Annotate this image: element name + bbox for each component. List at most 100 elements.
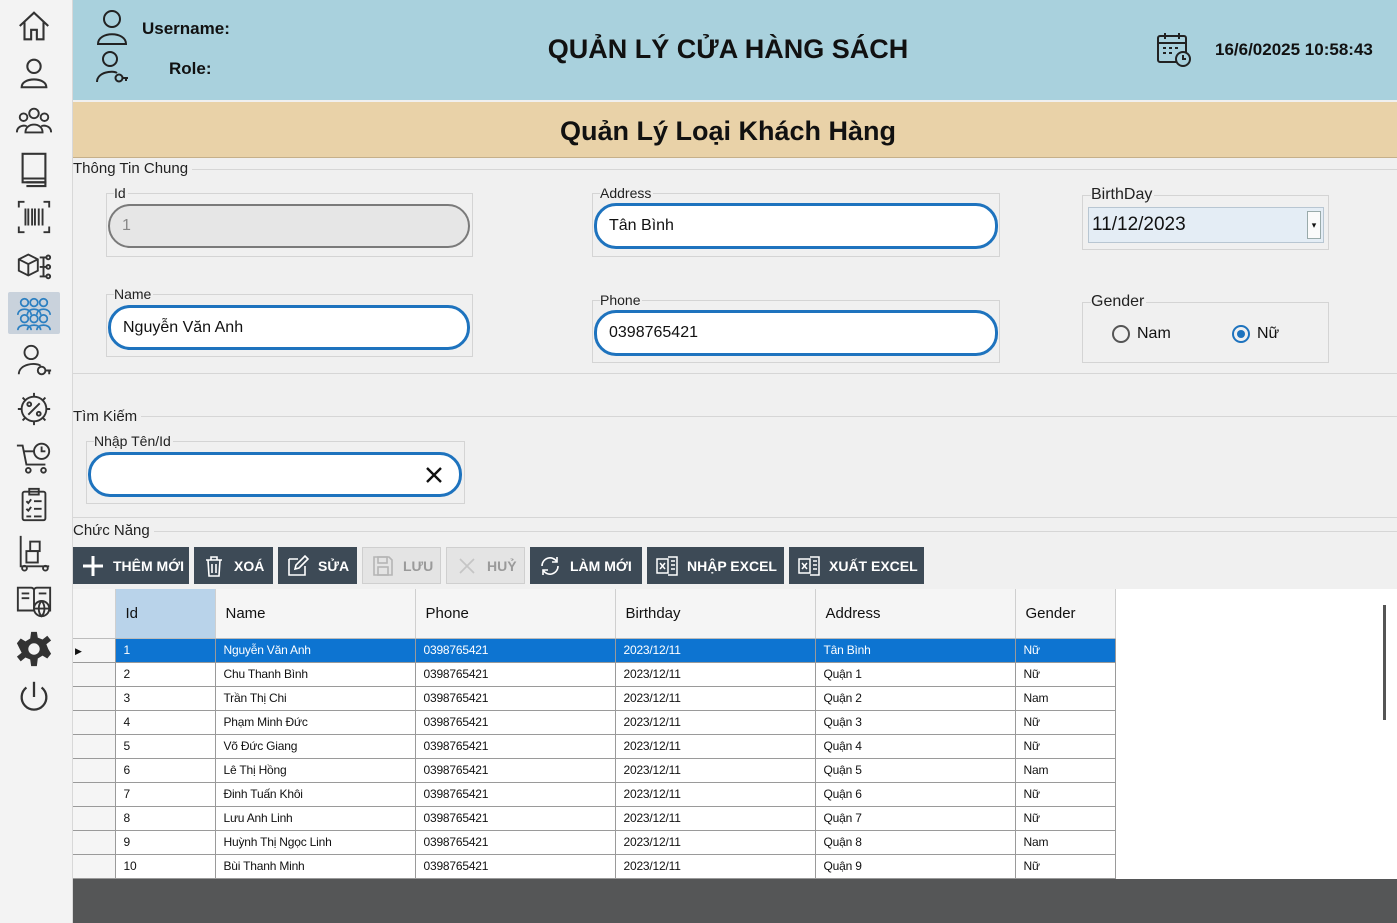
row-header[interactable] (73, 686, 116, 711)
column-header-birthday[interactable]: Birthday (615, 589, 816, 639)
table-cell[interactable]: 9 (115, 830, 216, 855)
home-icon[interactable] (8, 5, 60, 47)
table-cell[interactable]: Nữ (1015, 638, 1116, 663)
table-cell[interactable]: Tân Bình (815, 638, 1016, 663)
name-input[interactable]: Nguyễn Văn Anh (108, 305, 470, 350)
table-cell[interactable]: 0398765421 (415, 830, 616, 855)
user-key-icon[interactable] (8, 340, 60, 382)
table-cell[interactable]: 2 (115, 662, 216, 687)
table-cell[interactable]: Quận 5 (815, 758, 1016, 783)
refresh-button[interactable]: LÀM MỚI (530, 547, 642, 584)
table-cell[interactable]: Nữ (1015, 782, 1116, 807)
settings-icon[interactable] (8, 628, 60, 670)
table-cell[interactable]: 4 (115, 710, 216, 735)
table-cell[interactable]: Nữ (1015, 734, 1116, 759)
table-cell[interactable]: 2023/12/11 (615, 806, 816, 831)
group-icon[interactable] (8, 100, 60, 142)
table-cell[interactable]: Nam (1015, 686, 1116, 711)
table-row[interactable]: 6 Lê Thị Hồng 0398765421 2023/12/11 Quận 5 Na… (73, 758, 1116, 783)
add-button[interactable]: THÊM MỚI (73, 547, 189, 584)
table-cell[interactable]: 0398765421 (415, 854, 616, 879)
table-row[interactable]: 4 Phạm Minh Đức 0398765421 2023/12/11 Quận 3… (73, 710, 1116, 735)
table-cell[interactable]: Nữ (1015, 662, 1116, 687)
row-header[interactable] (73, 806, 116, 831)
table-cell[interactable]: Quận 7 (815, 806, 1016, 831)
table-cell[interactable]: Quận 8 (815, 830, 1016, 855)
table-row[interactable]: 3 Trần Thị Chi 0398765421 2023/12/11 Quận 2N… (73, 686, 1116, 711)
customer-grid[interactable]: Id Name Phone Birthday Address Gender ▶ 1… (73, 589, 1397, 879)
web-book-icon[interactable] (8, 580, 60, 622)
table-cell[interactable]: Quận 2 (815, 686, 1016, 711)
column-header-address[interactable]: Address (815, 589, 1016, 639)
table-cell[interactable]: 0398765421 (415, 734, 616, 759)
row-header[interactable] (73, 830, 116, 855)
table-cell[interactable]: Võ Đức Giang (215, 734, 416, 759)
column-header-phone[interactable]: Phone (415, 589, 616, 639)
table-cell[interactable]: Quận 1 (815, 662, 1016, 687)
search-input[interactable] (88, 452, 462, 497)
warehouse-icon[interactable] (8, 532, 60, 574)
row-header[interactable] (73, 710, 116, 735)
table-cell[interactable]: Nam (1015, 830, 1116, 855)
table-cell[interactable]: Quận 3 (815, 710, 1016, 735)
table-cell[interactable]: 10 (115, 854, 216, 879)
table-cell[interactable]: 2023/12/11 (615, 662, 816, 687)
table-cell[interactable]: Quận 9 (815, 854, 1016, 879)
table-row[interactable]: 2 Chu Thanh Bình 0398765421 2023/12/11 Quận … (73, 662, 1116, 687)
table-cell[interactable]: 0398765421 (415, 710, 616, 735)
table-cell[interactable]: 2023/12/11 (615, 638, 816, 663)
row-header[interactable] (73, 782, 116, 807)
edit-button[interactable]: SỬA (278, 547, 357, 584)
table-cell[interactable]: 2023/12/11 (615, 710, 816, 735)
table-cell[interactable]: 2023/12/11 (615, 734, 816, 759)
table-cell[interactable]: Lê Thị Hồng (215, 758, 416, 783)
table-cell[interactable]: 5 (115, 734, 216, 759)
table-row[interactable]: 5 Võ Đức Giang 0398765421 2023/12/11 Quận 4N… (73, 734, 1116, 759)
id-input[interactable]: 1 (108, 204, 470, 248)
row-header[interactable] (73, 854, 116, 879)
customer-type-icon[interactable] (8, 292, 60, 334)
table-cell[interactable]: 7 (115, 782, 216, 807)
row-header[interactable] (73, 734, 116, 759)
row-header[interactable]: ▶ (73, 638, 116, 663)
table-cell[interactable]: Huỳnh Thị Ngọc Linh (215, 830, 416, 855)
table-cell[interactable]: Lưu Anh Linh (215, 806, 416, 831)
grid-vertical-scrollbar[interactable] (1383, 605, 1386, 720)
table-cell[interactable]: 2023/12/11 (615, 854, 816, 879)
cancel-button[interactable]: HUỶ (446, 547, 525, 584)
table-cell[interactable]: 1 (115, 638, 216, 663)
table-cell[interactable]: 0398765421 (415, 758, 616, 783)
table-cell[interactable]: Bùi Thanh Minh (215, 854, 416, 879)
power-icon[interactable] (8, 676, 60, 718)
table-row[interactable]: ▶ 1 Nguyễn Văn Anh 0398765421 2023/12/11 Tân … (73, 638, 1116, 663)
book-icon[interactable] (8, 148, 60, 190)
delete-button[interactable]: XOÁ (194, 547, 273, 584)
address-input[interactable]: Tân Bình (594, 203, 998, 249)
table-cell[interactable]: 8 (115, 806, 216, 831)
table-cell[interactable]: 0398765421 (415, 806, 616, 831)
phone-input[interactable]: 0398765421 (594, 310, 998, 356)
table-cell[interactable]: Quận 4 (815, 734, 1016, 759)
table-cell[interactable]: 0398765421 (415, 638, 616, 663)
discount-gear-icon[interactable] (8, 388, 60, 430)
table-cell[interactable]: Nữ (1015, 710, 1116, 735)
clear-search-icon[interactable] (424, 465, 444, 485)
table-cell[interactable]: 6 (115, 758, 216, 783)
table-cell[interactable]: 0398765421 (415, 782, 616, 807)
column-header-id[interactable]: Id (115, 589, 216, 639)
table-row[interactable]: 8 Lưu Anh Linh 0398765421 2023/12/11 Quận 7N… (73, 806, 1116, 831)
table-cell[interactable]: 2023/12/11 (615, 782, 816, 807)
table-cell[interactable]: 3 (115, 686, 216, 711)
table-row[interactable]: 9 Huỳnh Thị Ngọc Linh 0398765421 2023/12/11… (73, 830, 1116, 855)
table-cell[interactable]: 2023/12/11 (615, 830, 816, 855)
gender-female-radio[interactable]: Nữ (1232, 325, 1279, 343)
table-cell[interactable]: Nam (1015, 758, 1116, 783)
table-row[interactable]: 7 Đinh Tuấn Khôi 0398765421 2023/12/11 Quận … (73, 782, 1116, 807)
table-cell[interactable]: Nữ (1015, 806, 1116, 831)
export-excel-button[interactable]: XUẤT EXCEL (789, 547, 924, 584)
table-cell[interactable]: Phạm Minh Đức (215, 710, 416, 735)
clipboard-list-icon[interactable] (8, 484, 60, 526)
table-cell[interactable]: 2023/12/11 (615, 686, 816, 711)
cart-time-icon[interactable] (8, 436, 60, 478)
row-header[interactable] (73, 758, 116, 783)
